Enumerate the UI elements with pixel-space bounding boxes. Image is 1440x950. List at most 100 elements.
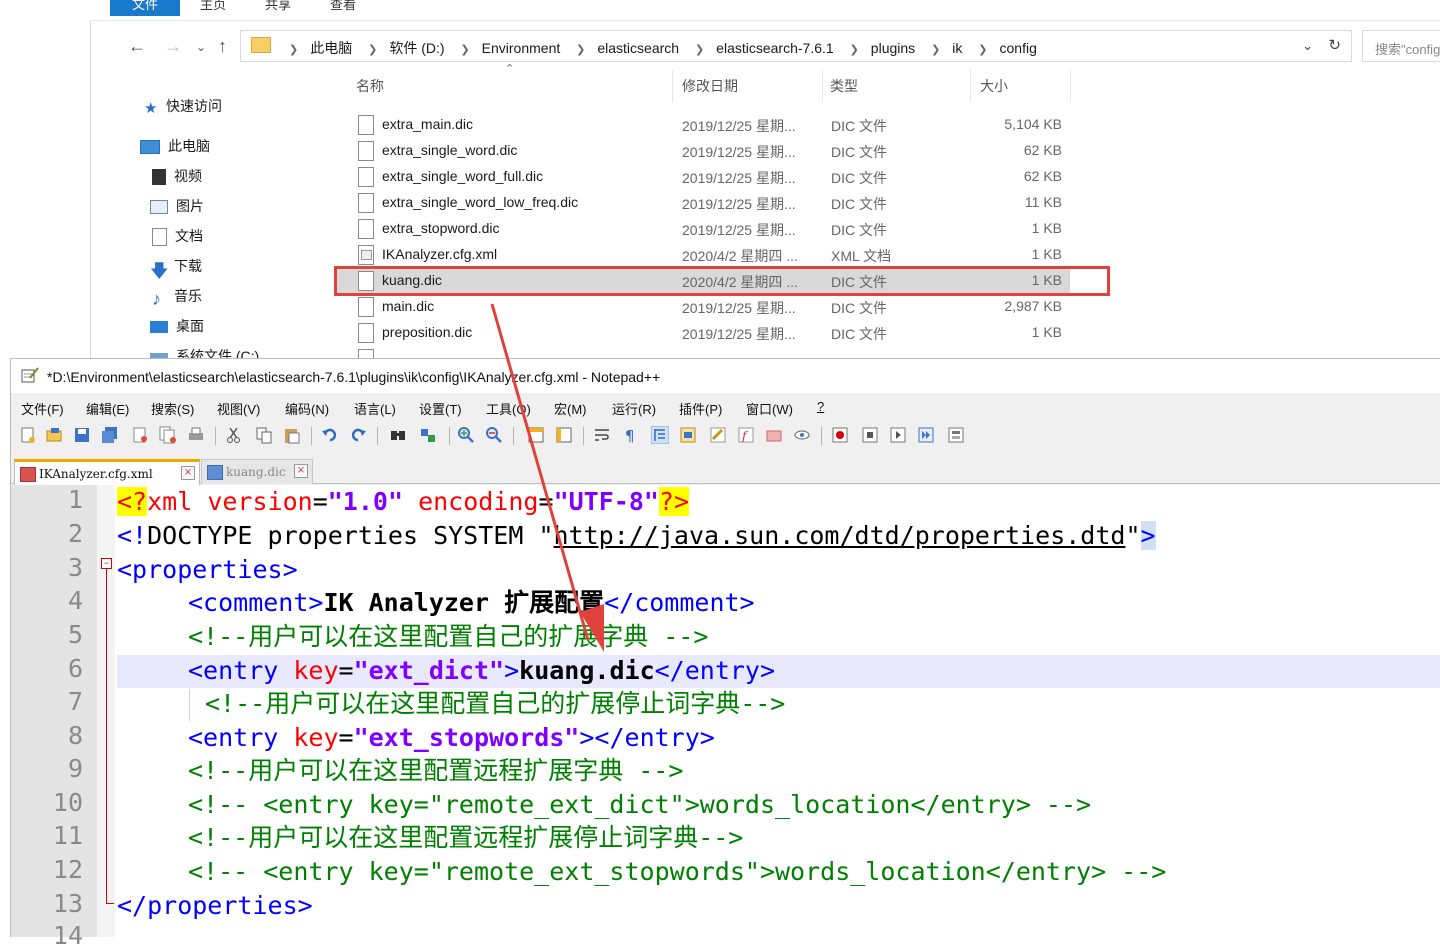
indent-guide-icon[interactable] [651,426,669,444]
redo-icon[interactable] [349,426,367,444]
breadcrumb-separator-icon: ❯ [931,44,941,56]
cut-icon[interactable] [225,426,243,444]
file-name: preposition.dic [382,324,473,340]
column-header-size[interactable]: 大小 [980,76,1008,102]
file-row[interactable]: extra_single_word_low_freq.dic 2019/12/2… [334,190,1070,216]
replace-icon[interactable] [419,426,437,444]
xml-decl-close: ?> [658,487,690,516]
refresh-icon[interactable]: ↻ [1328,36,1341,54]
address-dropdown-icon[interactable]: ⌄ [1302,38,1313,54]
macro-run-multiple-icon[interactable] [917,426,935,444]
breadcrumb-ik[interactable]: ik [952,40,962,56]
breadcrumb-elasticsearch[interactable]: elasticsearch [597,40,679,56]
column-header-type[interactable]: 类型 [830,76,858,102]
macro-save-icon[interactable] [947,426,965,444]
menu-edit[interactable]: 编辑(E) [86,399,129,418]
paste-icon[interactable] [283,426,301,444]
monitoring-eye-icon[interactable] [793,426,811,444]
macro-stop-icon[interactable] [861,426,879,444]
column-header-name[interactable]: 名称 [356,76,384,102]
column-header-date[interactable]: 修改日期 [682,76,738,102]
breadcrumb-this-pc[interactable]: 此电脑 [310,40,352,56]
folder-as-workspace-icon[interactable] [765,426,783,444]
code-line-4: <comment>IK Analyzer 扩展配置</comment> [117,586,755,619]
macro-record-icon[interactable] [831,426,849,444]
up-arrow-icon[interactable]: ↑ [218,36,227,57]
menu-macro[interactable]: 宏(M) [554,399,587,418]
file-row[interactable]: extra_stopword.dic 2019/12/25 星期... DIC … [334,216,1070,242]
address-box[interactable]: ❯ 此电脑 ❯ 软件 (D:) ❯ Environment ❯ elasticsearc… [240,30,1352,62]
file-type: DIC 文件 [831,326,887,342]
user-language-icon[interactable] [679,426,697,444]
nav-this-pc[interactable]: 此电脑 [140,136,210,160]
fold-collapse-icon[interactable]: − [101,558,112,569]
file-row[interactable]: extra_main.dic 2019/12/25 星期... DIC 文件 5… [334,112,1070,138]
code-editor[interactable]: 1 2 3 4 5 6 7 8 9 10 11 12 13 14 − <?xml… [11,485,1440,950]
recent-dropdown-icon[interactable]: ⌄ [196,40,206,54]
menu-view[interactable]: 视图(V) [217,399,260,418]
nav-pictures[interactable]: 图片 [150,196,204,220]
tab-kuang-dic[interactable]: kuang.dic × [201,459,313,484]
close-all-icon[interactable] [159,426,177,444]
nav-documents[interactable]: 文档 [152,226,203,250]
menu-language[interactable]: 语言(L) [354,399,396,418]
sync-vertical-icon[interactable] [527,426,545,444]
doctype-url[interactable]: http://java.sun.com/dtd/properties.dtd [554,521,1126,550]
close-tab-icon[interactable]: × [181,466,195,480]
file-row[interactable]: preposition.dic 2019/12/25 星期... DIC 文件 … [334,320,1070,346]
menu-plugins[interactable]: 插件(P) [679,399,722,418]
menu-window[interactable]: 窗口(W) [746,399,793,418]
menu-search[interactable]: 搜索(S) [151,399,194,418]
undo-icon[interactable] [321,426,339,444]
ribbon-tab-view[interactable]: 查看 [330,0,356,16]
sync-horizontal-icon[interactable] [555,426,573,444]
close-tab-icon[interactable]: × [294,464,308,478]
ribbon-tab-file[interactable]: 文件 [110,0,180,16]
film-icon [152,169,166,186]
breadcrumb-plugins[interactable]: plugins [871,40,915,56]
new-file-icon[interactable] [19,426,37,444]
line-number: 11 [52,821,83,850]
menu-help[interactable]: ? [817,399,824,414]
menu-settings[interactable]: 设置(T) [419,399,462,418]
print-icon[interactable] [187,426,205,444]
breadcrumb-elasticsearch-version[interactable]: elasticsearch-7.6.1 [716,40,834,56]
show-all-chars-icon[interactable]: ¶ [621,426,639,444]
open-file-icon[interactable] [45,426,63,444]
menu-tools[interactable]: 工具(O) [486,399,531,418]
menu-encoding[interactable]: 编码(N) [285,399,329,418]
function-list-icon[interactable]: f [737,426,755,444]
back-arrow-icon[interactable]: ← [128,36,146,57]
file-row[interactable]: IKAnalyzer.cfg.xml 2020/4/2 星期四 ... XML … [334,242,1070,268]
document-map-icon[interactable] [709,426,727,444]
forward-arrow-icon[interactable]: → [164,36,182,57]
copy-icon[interactable] [255,426,273,444]
save-icon[interactable] [73,426,91,444]
xml-attr-value: "1.0" [327,487,404,516]
nav-music[interactable]: ♪ 音乐 [152,286,202,310]
nav-downloads[interactable]: 🡇 下载 [150,256,202,281]
find-icon[interactable] [389,426,407,444]
nav-system-drive[interactable]: 系统文件 (C:) [150,346,259,358]
ribbon-tab-home[interactable]: 主页 [200,0,226,16]
tab-ikanalyzer-cfg[interactable]: IKAnalyzer.cfg.xml × [14,459,200,486]
word-wrap-icon[interactable] [593,426,611,444]
search-box[interactable]: 搜索"config" [1362,30,1440,62]
nav-desktop[interactable]: 桌面 [150,316,204,340]
breadcrumb-config[interactable]: config [1000,40,1037,56]
zoom-out-icon[interactable] [485,426,503,444]
menu-file[interactable]: 文件(F) [21,399,64,418]
macro-play-icon[interactable] [889,426,907,444]
nav-videos[interactable]: 视频 [152,166,202,190]
file-row[interactable]: main.dic 2019/12/25 星期... DIC 文件 2,987 K… [334,294,1070,320]
ribbon-tab-share[interactable]: 共享 [265,0,291,16]
zoom-in-icon[interactable] [457,426,475,444]
file-row[interactable]: extra_single_word_full.dic 2019/12/25 星期… [334,164,1070,190]
breadcrumb-environment[interactable]: Environment [482,40,561,56]
file-row[interactable]: extra_single_word.dic 2019/12/25 星期... D… [334,138,1070,164]
nav-quick-access[interactable]: ★ 快速访问 [144,96,222,120]
menu-run[interactable]: 运行(R) [612,399,656,418]
close-file-icon[interactable] [131,426,149,444]
breadcrumb-drive-d[interactable]: 软件 (D:) [389,40,444,56]
save-all-icon[interactable] [101,426,119,444]
